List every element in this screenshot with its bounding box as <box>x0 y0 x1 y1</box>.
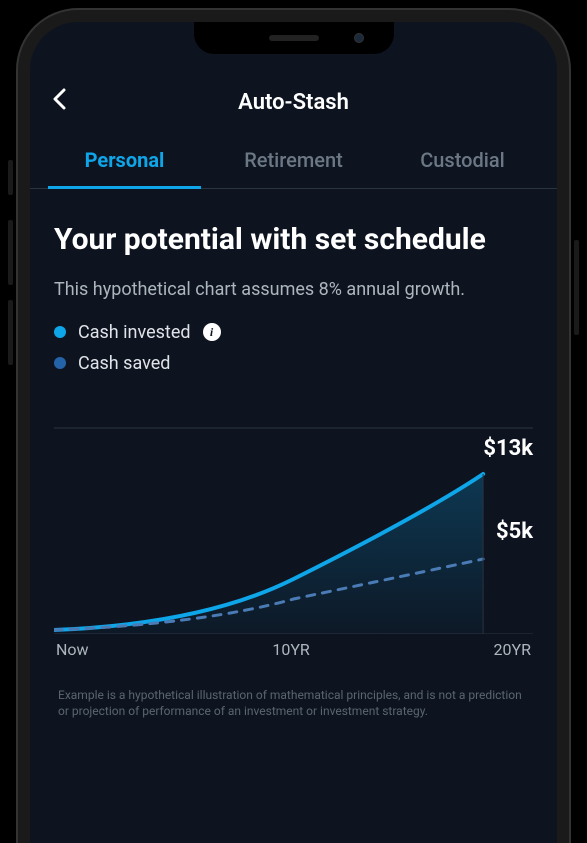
tabs: Personal Retirement Custodial <box>30 132 557 189</box>
heading: Your potential with set schedule <box>54 221 533 259</box>
x-tick-20yr: 20YR <box>494 640 531 659</box>
chart: $13k $5k <box>54 414 533 634</box>
subtext: This hypothetical chart assumes 8% annua… <box>54 279 533 300</box>
content: Your potential with set schedule This hy… <box>30 189 557 720</box>
header: Auto-Stash <box>30 72 557 132</box>
back-button[interactable] <box>52 88 66 116</box>
phone-frame: Auto-Stash Personal Retirement Custodial… <box>18 10 569 843</box>
legend-dot-saved <box>54 357 66 369</box>
x-tick-now: Now <box>56 640 89 659</box>
notch <box>194 22 394 54</box>
chart-area-invested <box>54 474 483 634</box>
x-axis: Now 10YR 20YR <box>54 640 533 659</box>
chart-end-label-invested: $13k <box>483 436 533 461</box>
legend-item-invested: Cash invested i <box>54 322 533 343</box>
legend-dot-invested <box>54 326 66 338</box>
tab-retirement[interactable]: Retirement <box>209 132 378 188</box>
chart-svg <box>54 414 533 634</box>
legend-item-saved: Cash saved <box>54 353 533 374</box>
x-tick-10yr: 10YR <box>272 640 309 659</box>
tab-custodial[interactable]: Custodial <box>378 132 547 188</box>
page-title: Auto-Stash <box>238 90 349 115</box>
legend-label-invested: Cash invested <box>78 322 191 343</box>
legend: Cash invested i Cash saved <box>54 322 533 374</box>
disclaimer: Example is a hypothetical illustration o… <box>54 687 533 721</box>
tab-personal[interactable]: Personal <box>40 132 209 188</box>
legend-label-saved: Cash saved <box>78 353 170 374</box>
chevron-left-icon <box>52 88 66 110</box>
app-screen: Auto-Stash Personal Retirement Custodial… <box>30 22 557 843</box>
info-icon[interactable]: i <box>203 323 221 341</box>
chart-end-label-saved: $5k <box>496 519 533 544</box>
